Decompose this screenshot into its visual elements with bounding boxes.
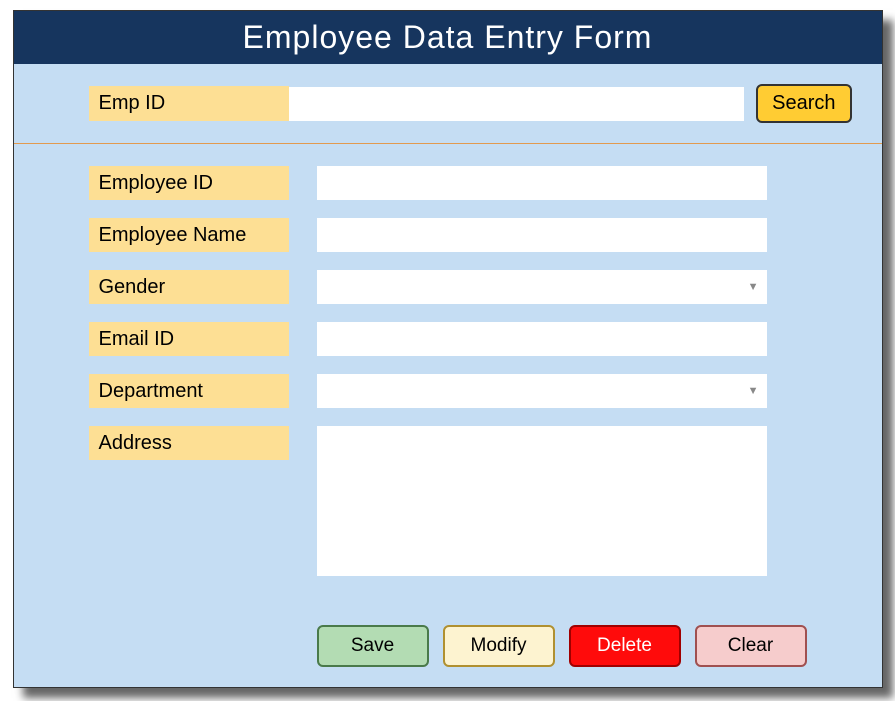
label-address: Address bbox=[89, 426, 289, 460]
input-email-id[interactable] bbox=[317, 322, 767, 356]
label-employee-name: Employee Name bbox=[89, 218, 289, 252]
delete-button[interactable]: Delete bbox=[569, 625, 681, 667]
label-department: Department bbox=[89, 374, 289, 408]
label-email-id: Email ID bbox=[89, 322, 289, 356]
row-department: Department ▼ bbox=[89, 374, 807, 408]
employee-form-window: Employee Data Entry Form Emp ID Search E… bbox=[13, 10, 883, 688]
modify-button[interactable]: Modify bbox=[443, 625, 555, 667]
row-email-id: Email ID bbox=[89, 322, 807, 356]
chevron-down-icon: ▼ bbox=[748, 281, 759, 293]
chevron-down-icon: ▼ bbox=[748, 385, 759, 397]
search-button[interactable]: Search bbox=[756, 84, 851, 123]
label-gender: Gender bbox=[89, 270, 289, 304]
label-employee-id: Employee ID bbox=[89, 166, 289, 200]
search-label: Emp ID bbox=[89, 86, 289, 121]
form-title-text: Employee Data Entry Form bbox=[243, 19, 653, 55]
clear-button[interactable]: Clear bbox=[695, 625, 807, 667]
search-row: Emp ID Search bbox=[14, 64, 882, 143]
select-department[interactable]: ▼ bbox=[317, 374, 767, 408]
row-employee-name: Employee Name bbox=[89, 218, 807, 252]
row-employee-id: Employee ID bbox=[89, 166, 807, 200]
form-title: Employee Data Entry Form bbox=[14, 11, 882, 64]
save-button[interactable]: Save bbox=[317, 625, 429, 667]
input-employee-id[interactable] bbox=[317, 166, 767, 200]
action-button-row: Save Modify Delete Clear bbox=[242, 613, 882, 687]
input-address[interactable] bbox=[317, 426, 767, 576]
row-address: Address bbox=[89, 426, 807, 576]
select-gender[interactable]: ▼ bbox=[317, 270, 767, 304]
input-employee-name[interactable] bbox=[317, 218, 767, 252]
row-gender: Gender ▼ bbox=[89, 270, 807, 304]
form-body: Employee ID Employee Name Gender ▼ Email… bbox=[14, 144, 882, 613]
search-input[interactable] bbox=[289, 87, 745, 121]
